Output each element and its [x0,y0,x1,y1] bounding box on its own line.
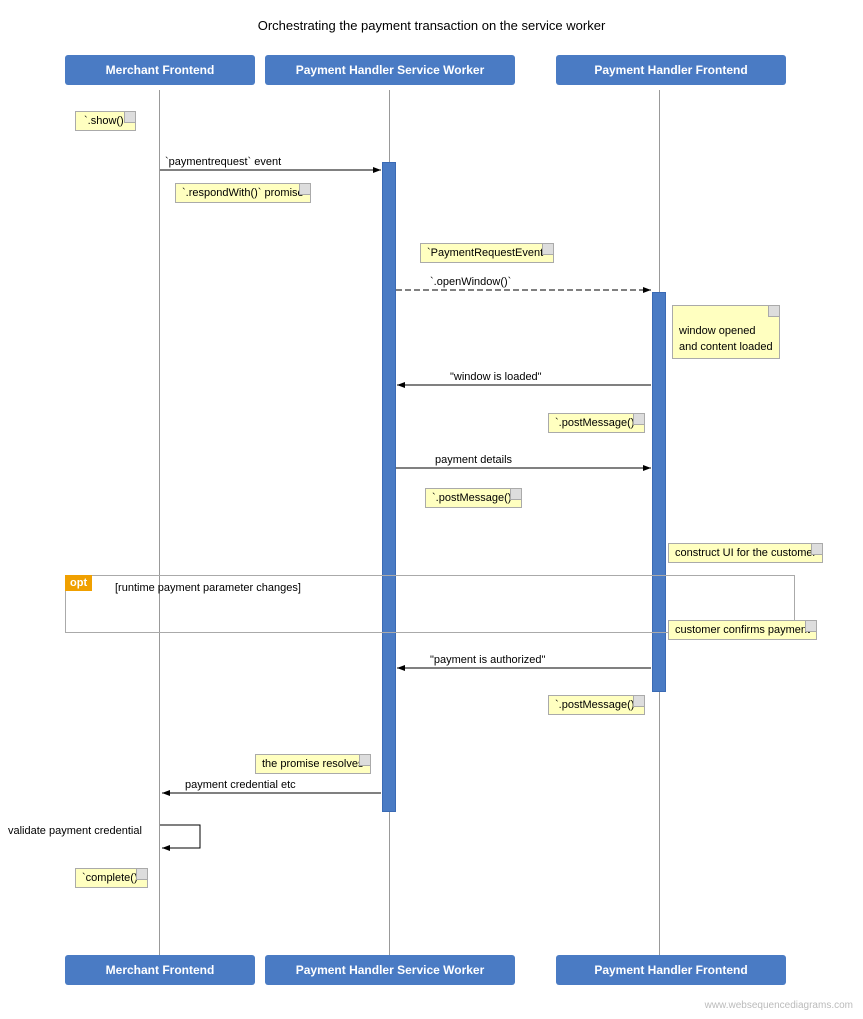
diagram-container: Orchestrating the payment transaction on… [0,0,863,1019]
note-promise-resolves: the promise resolves [255,754,371,774]
arrow-payment-authorized-label: "payment is authorized" [430,654,546,666]
note-respond-with: `.respondWith()` promise [175,183,311,203]
arrow-payment-details-label: payment details [435,454,513,466]
note-construct-ui: construct UI for the customer [668,543,823,563]
note-complete: `complete()` [75,868,148,888]
page-title: Orchestrating the payment transaction on… [0,0,863,43]
note-validate-credential: validate payment credential [8,825,142,837]
watermark: www.websequencediagrams.com [705,1000,853,1011]
footer-merchant: Merchant Frontend [65,955,255,985]
arrows-layer: `paymentrequest` event `.openWindow()` "… [0,0,863,1019]
header-payment-frontend: Payment Handler Frontend [556,55,786,85]
lifeline-merchant [159,90,160,960]
arrow-payment-credential-label: payment credential etc [185,779,296,791]
header-service-worker: Payment Handler Service Worker [265,55,515,85]
note-window-opened: window openedand content loaded [672,305,780,359]
opt-condition: [runtime payment parameter changes] [115,582,301,594]
activation-box-sw [382,162,396,812]
note-post-message-2: `.postMessage()` [425,488,522,508]
arrow-paymentrequest-label: `paymentrequest` event [165,156,281,168]
opt-label: opt [65,575,92,591]
note-customer-confirms: customer confirms payment [668,620,817,640]
footer-service-worker: Payment Handler Service Worker [265,955,515,985]
note-post-message-1: `.postMessage()` [548,413,645,433]
arrow-open-window-label: `.openWindow()` [430,276,511,288]
note-show: `.show()` [75,111,136,131]
arrow-window-loaded-label: "window is loaded" [450,371,542,383]
note-post-message-3: `.postMessage()` [548,695,645,715]
note-payment-request-event: `PaymentRequestEvent` [420,243,554,263]
header-merchant: Merchant Frontend [65,55,255,85]
self-arrow-validate [160,825,200,848]
footer-payment-frontend: Payment Handler Frontend [556,955,786,985]
